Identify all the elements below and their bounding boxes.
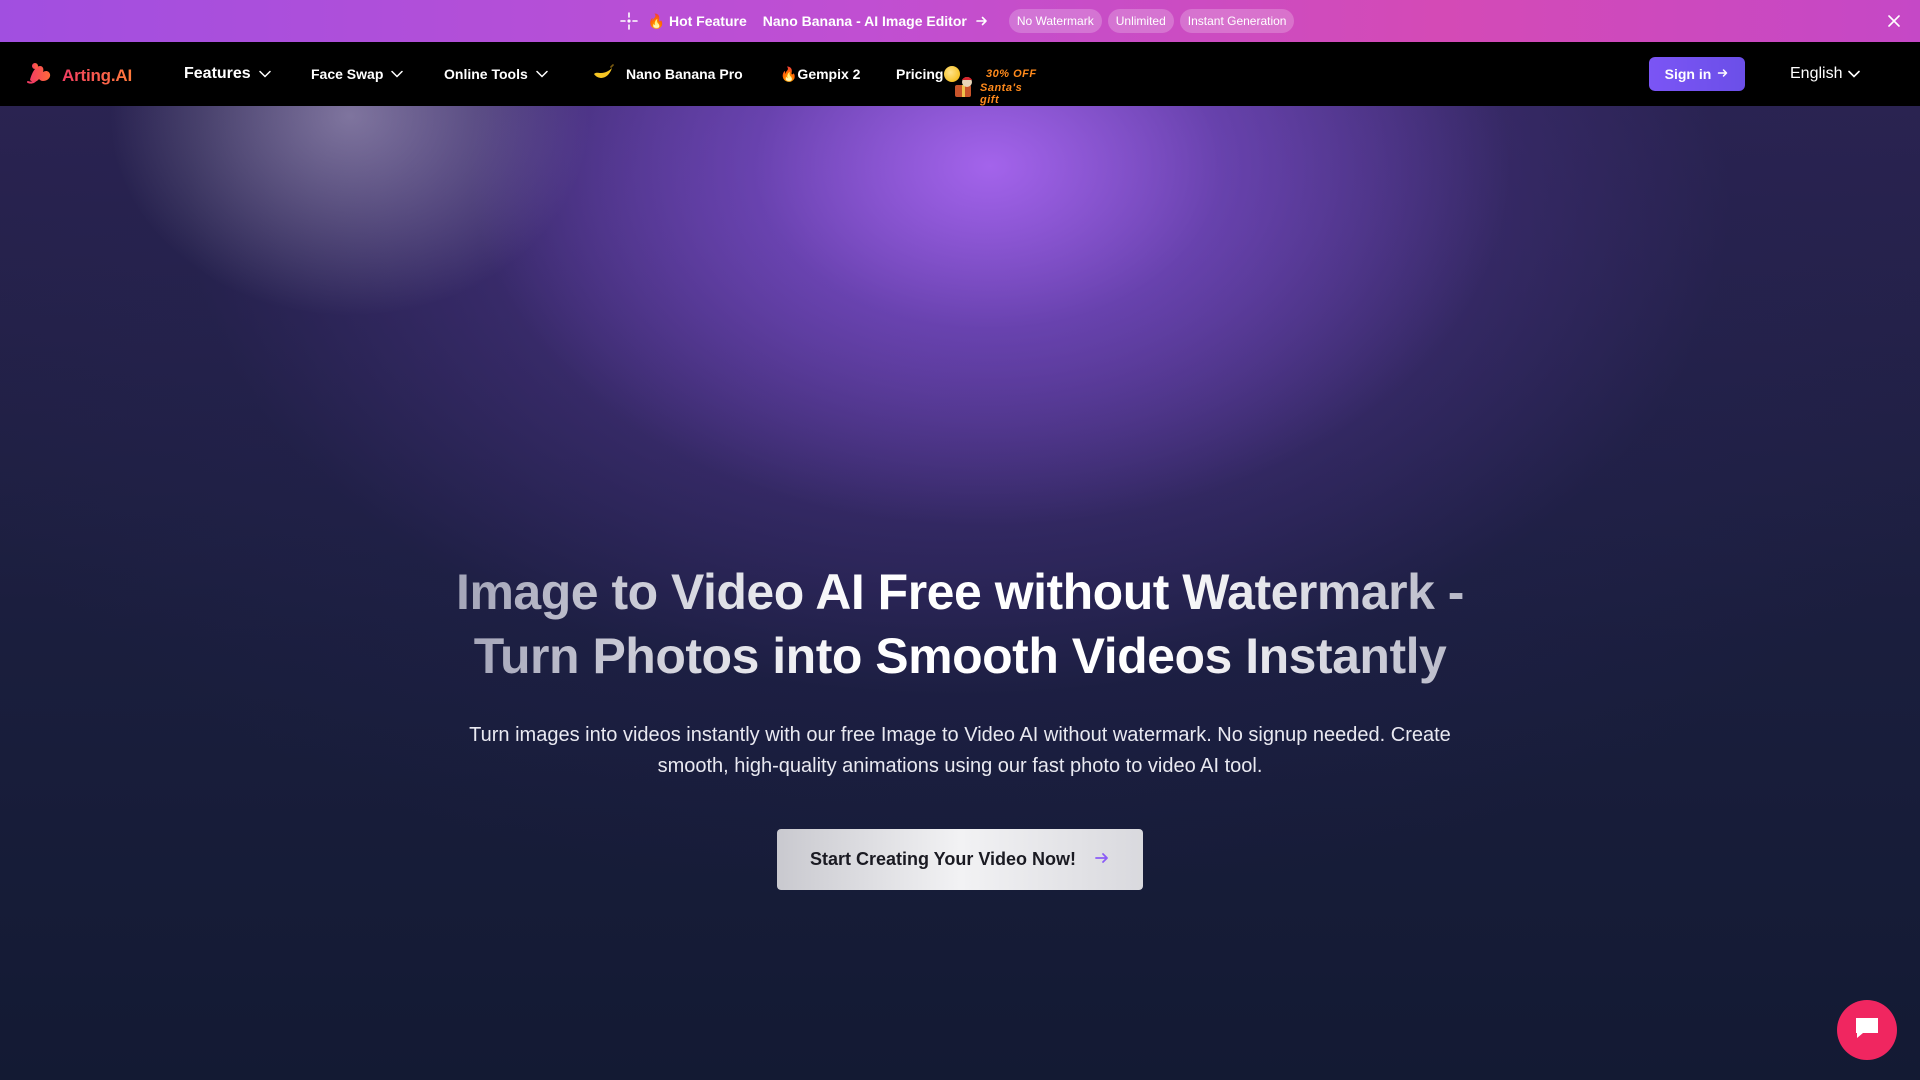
hero-title-line1: Image to Video AI Free without Watermark… [456,564,1464,620]
start-creating-button[interactable]: Start Creating Your Video Now! [777,829,1143,890]
announcement-bar: 🔥 Hot Feature Nano Banana - AI Image Edi… [0,0,1920,42]
arrow-right-icon [1717,66,1729,82]
nav-face-swap[interactable]: Face Swap [311,42,404,106]
announcement-link[interactable]: Nano Banana - AI Image Editor [763,13,967,29]
hot-feature-label: Hot Feature [668,13,747,29]
chevron-down-icon [536,70,548,78]
fire-icon: 🔥 [647,12,665,29]
top-nav: Arting.AI Features Face Swap Online Tool… [0,42,1920,106]
nav-face-swap-label: Face Swap [311,66,384,82]
nav-features[interactable]: Features [184,42,271,106]
badge-unlimited: Unlimited [1107,9,1174,33]
arrow-right-icon [975,14,989,28]
chevron-down-icon [258,70,271,78]
promo-discount: 30% OFF [986,68,1037,80]
badge-instant-generation: Instant Generation [1179,9,1295,33]
banana-icon [592,63,614,85]
badge-no-watermark: No Watermark [1008,9,1102,33]
hero-title-line2: Turn Photos into Smooth Videos Instantly [473,628,1447,684]
start-creating-label: Start Creating Your Video Now! [809,849,1077,869]
nav-gempix-label: 🔥Gempix 2 [780,65,861,82]
promo-caption: Santa's gift [980,82,1023,106]
arrow-right-icon [1094,849,1110,870]
announcement-content[interactable]: 🔥 Hot Feature Nano Banana - AI Image Edi… [619,9,1301,33]
logo[interactable]: Arting.AI [26,60,132,91]
chevron-down-icon [1848,65,1861,83]
language-selector[interactable]: English [1790,42,1861,106]
sparkle-icon [619,12,638,30]
sign-in-button[interactable]: Sign in [1649,57,1745,91]
nav-gempix[interactable]: 🔥Gempix 2 [780,42,860,106]
chat-button[interactable] [1837,1000,1897,1060]
hero-subtitle-line1: Turn images into videos instantly with o… [469,724,1451,746]
nav-pricing-label: Pricing [896,66,944,82]
hero-subtitle: Turn images into videos instantly with o… [440,720,1480,782]
hero-section: Image to Video AI Free without Watermark… [0,106,1920,1080]
hero-subtitle-line2: smooth, high-quality animations using ou… [657,755,1263,777]
logo-text: Arting.AI [62,65,132,85]
nav-features-label: Features [184,65,251,82]
gift-icon [952,76,976,98]
hero-title: Image to Video AI Free without Watermark… [0,560,1920,688]
chevron-down-icon [391,70,404,78]
nav-pricing[interactable]: Pricing [896,42,943,106]
nav-online-tools-label: Online Tools [444,66,528,82]
language-label: English [1790,65,1843,82]
logo-icon [26,60,54,91]
nav-nano-banana-pro[interactable]: Nano Banana Pro [592,42,743,106]
nav-nano-banana-pro-label: Nano Banana Pro [626,66,743,82]
chat-bubble-icon [1853,1015,1881,1046]
santa-promo-badge[interactable]: 30% OFF Santa's gift [944,64,1044,106]
sign-in-label: Sign in [1664,66,1712,82]
nav-online-tools[interactable]: Online Tools [444,42,548,106]
close-icon[interactable] [1884,11,1904,31]
